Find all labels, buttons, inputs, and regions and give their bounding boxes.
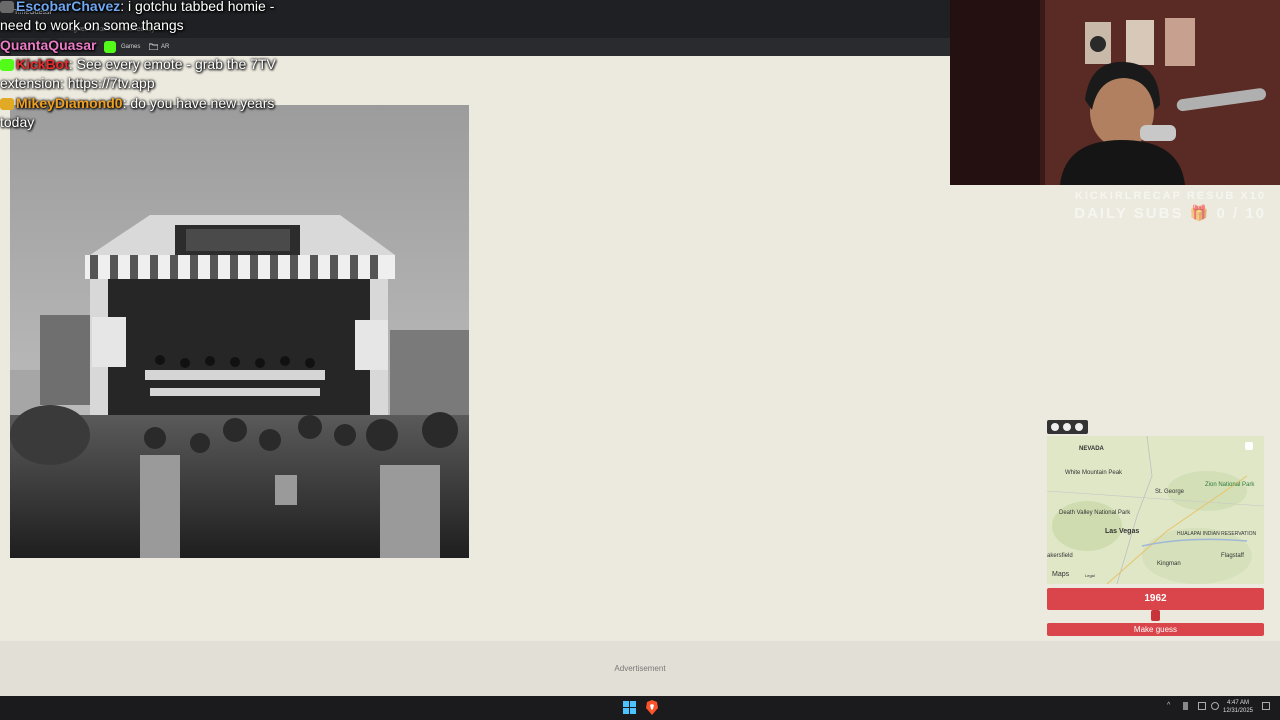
- daily-subs-label: DAILY SUBS 🎁: [1074, 205, 1211, 222]
- chat-username: KickBot: [16, 56, 69, 72]
- chat-username: MikeyDiamond0: [16, 95, 123, 111]
- map-label-las-vegas: Las Vegas: [1105, 528, 1140, 535]
- year-display: 1962: [1047, 588, 1264, 610]
- map-label-bakersfield: akersfield: [1047, 553, 1073, 559]
- bookmark-ar[interactable]: AR: [161, 41, 169, 53]
- webcam-feed: [950, 0, 1280, 185]
- user-badge-icon: [0, 98, 14, 111]
- guess-map[interactable]: NEVADA White Mountain Peak Death Valley …: [1047, 436, 1264, 584]
- daily-subs-value: 0 / 10: [1216, 205, 1266, 222]
- round-photo: [10, 105, 469, 558]
- system-clock[interactable]: 4:47 AM 12/31/2025: [1222, 699, 1254, 715]
- clock-date: 12/31/2025: [1222, 708, 1254, 714]
- network-icon[interactable]: [1198, 702, 1206, 710]
- ad-label: Advertisement: [614, 664, 666, 673]
- microphone-icon[interactable]: [1183, 702, 1188, 710]
- map-expand-icon[interactable]: [1051, 423, 1059, 431]
- chat-message: KickBot: See every emote - grab the 7TV: [0, 55, 276, 74]
- maps-attribution: Maps: [1052, 571, 1070, 578]
- chat-message-continuation: extension: https://7tv.app: [0, 74, 155, 93]
- chat-text: need to work on some thangs: [0, 17, 184, 33]
- folder-icon: [149, 43, 158, 50]
- resub-alert-text: KICKIRLRECAP RESUB X10: [1074, 190, 1266, 202]
- map-label-zion: Zion National Park: [1205, 482, 1255, 488]
- chat-text: extension: https://7tv.app: [0, 75, 155, 91]
- chat-text: : See every emote - grab the 7TV: [68, 56, 276, 72]
- map-label-death-valley: Death Valley National Park: [1059, 510, 1131, 516]
- map-label-white-mountain: White Mountain Peak: [1065, 470, 1123, 476]
- maps-legal-link[interactable]: Legal: [1085, 573, 1095, 578]
- bandstand-photo-image: [10, 105, 469, 558]
- chat-text: today: [0, 114, 35, 130]
- map-shrink-icon[interactable]: [1075, 423, 1083, 431]
- map-label-st-george: St. George: [1155, 489, 1185, 495]
- chat-text: : do you have new years: [122, 95, 275, 111]
- tray-overflow-icon[interactable]: ^: [1167, 702, 1175, 710]
- chat-username: EscobarChavez: [16, 0, 121, 14]
- make-guess-button[interactable]: Make guess: [1047, 623, 1264, 636]
- daily-subs-counter: DAILY SUBS 🎁 0 / 10: [1074, 204, 1266, 222]
- map-label-hualapai: HUALAPAI INDIAN RESERVATION: [1177, 531, 1257, 537]
- map-toolbar: [1047, 420, 1088, 434]
- taskbar: ^ 4:47 AM 12/31/2025: [0, 696, 1280, 720]
- chat-message-continuation: need to work on some thangs: [0, 16, 184, 35]
- notifications-icon[interactable]: [1262, 702, 1270, 710]
- map-label-nevada: NEVADA: [1079, 446, 1104, 452]
- windows-start-icon[interactable]: [623, 701, 636, 714]
- user-badge-icon: [0, 1, 14, 14]
- brave-browser-icon[interactable]: [645, 700, 659, 715]
- map-layers-icon[interactable]: [1245, 442, 1253, 450]
- map-label-kingman: Kingman: [1157, 561, 1181, 567]
- bookmark-games[interactable]: Games: [121, 41, 140, 53]
- streamer-webcam-image: [950, 0, 1280, 185]
- bookmarks-bar: Games AR: [0, 38, 950, 56]
- chat-message: EscobarChavez: i gotchu tabbed homie -: [0, 0, 274, 16]
- map-label-flagstaff: Flagstaff: [1221, 553, 1244, 559]
- bot-badge-icon: [0, 59, 14, 72]
- year-slider-handle[interactable]: [1151, 610, 1160, 621]
- chat-message-continuation: today: [0, 113, 34, 132]
- chat-text: : i gotchu tabbed homie -: [120, 0, 275, 14]
- volume-icon[interactable]: [1211, 702, 1219, 710]
- chat-message: QuantaQuasar: [0, 36, 96, 55]
- kick-bookmark-icon[interactable]: [104, 41, 116, 53]
- map-pin-icon[interactable]: [1063, 423, 1071, 431]
- chat-username: QuantaQuasar: [0, 37, 97, 53]
- chat-message: MikeyDiamond0: do you have new years: [0, 94, 274, 113]
- clock-time: 4:47 AM: [1226, 700, 1249, 706]
